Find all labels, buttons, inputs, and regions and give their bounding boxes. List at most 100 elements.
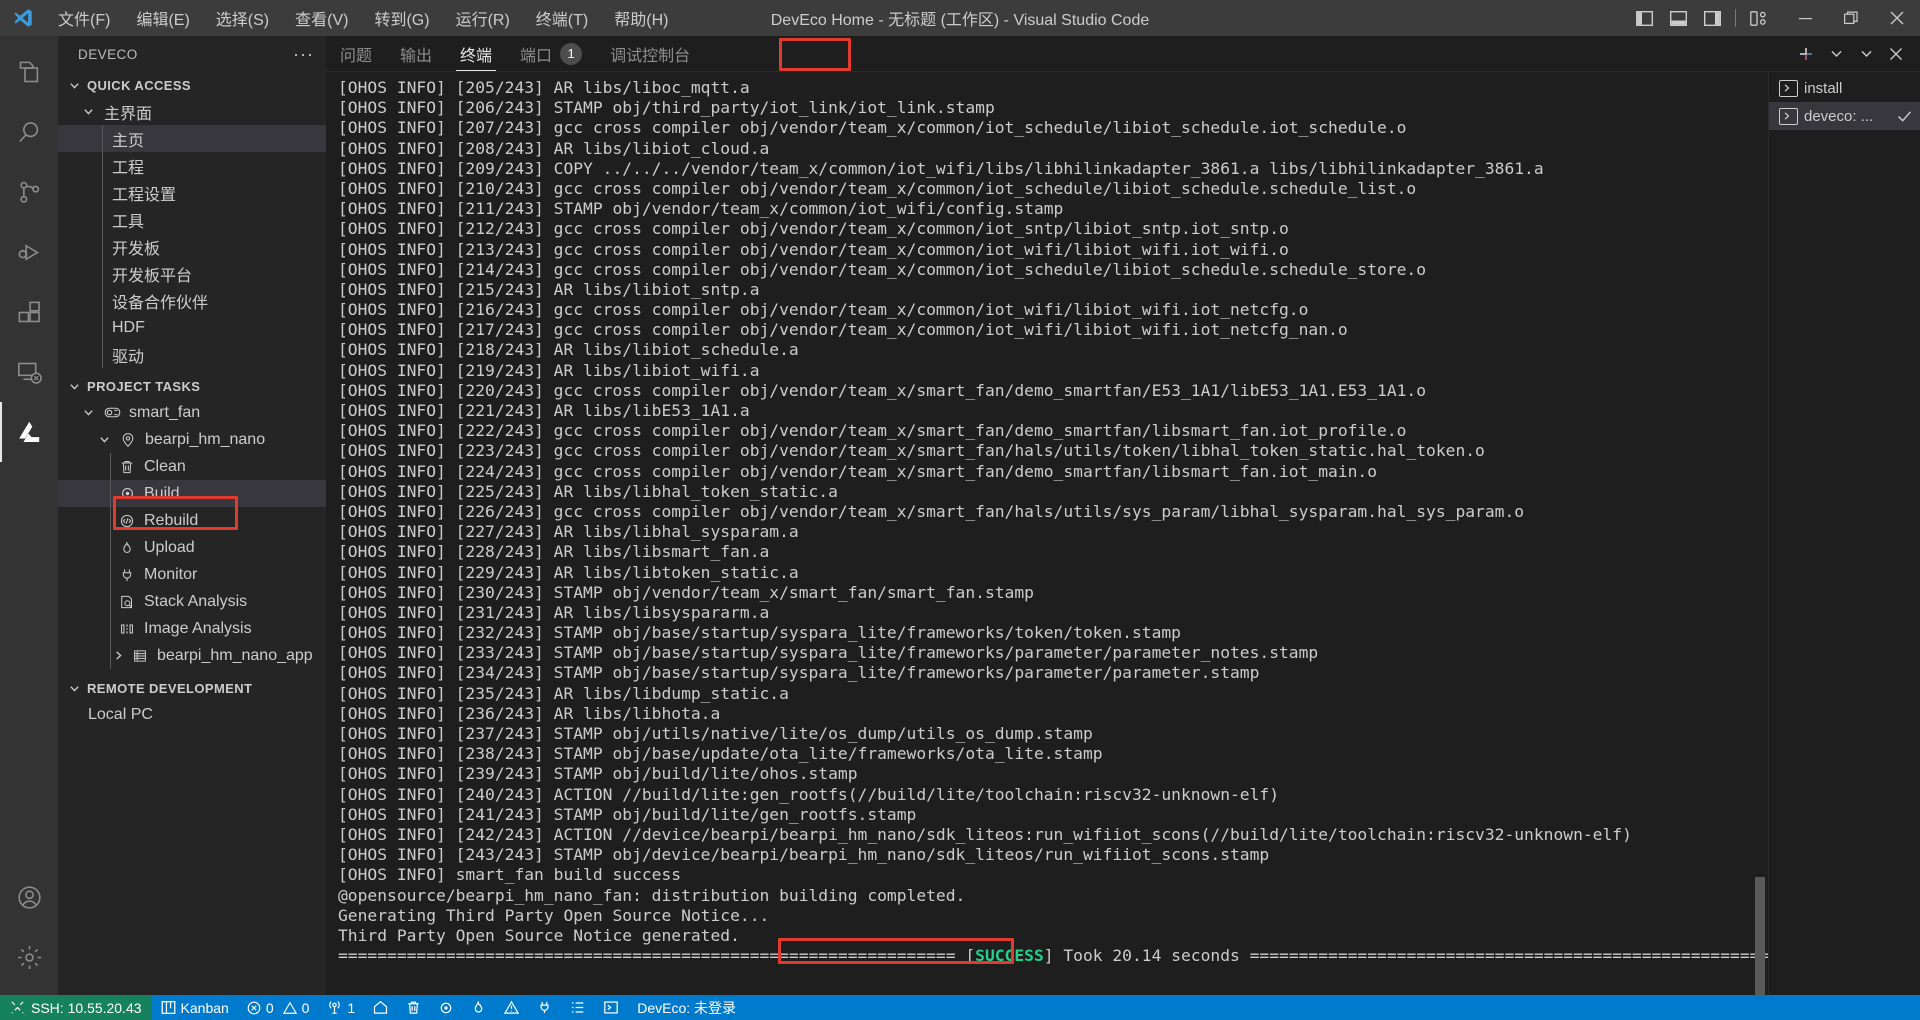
status-upload[interactable]	[462, 995, 495, 1020]
task-stack-analysis[interactable]: Stack Analysis	[58, 588, 326, 615]
sidebar-item-hdf[interactable]: HDF	[58, 314, 326, 341]
toggle-primary-sidebar-icon[interactable]	[1627, 2, 1661, 34]
sidebar-item-project[interactable]: 工程	[58, 152, 326, 179]
tree-guide	[110, 453, 111, 480]
activity-extensions-icon[interactable]	[0, 282, 58, 342]
status-build[interactable]	[430, 995, 462, 1020]
terminal-line: Generating Third Party Open Source Notic…	[338, 905, 770, 925]
menu-run[interactable]: 运行(R)	[444, 2, 522, 34]
activity-settings-gear-icon[interactable]	[0, 927, 58, 987]
activity-source-control-icon[interactable]	[0, 162, 58, 222]
task-rebuild[interactable]: Rebuild	[58, 507, 326, 534]
item-label: 工具	[112, 213, 145, 231]
terminal-line: [OHOS INFO] [232/243] STAMP obj/base/sta…	[338, 623, 1181, 643]
tab-problems[interactable]: 问题	[326, 36, 386, 71]
activity-bar	[0, 36, 58, 995]
status-remote-host[interactable]: SSH: 10.55.20.43	[0, 995, 152, 1020]
status-warning[interactable]	[495, 995, 528, 1020]
tree-guide	[102, 287, 103, 314]
menu-help[interactable]: 帮助(H)	[602, 2, 680, 34]
minimize-button[interactable]	[1782, 0, 1828, 36]
build-circle-icon	[116, 486, 138, 501]
toggle-panel-icon[interactable]	[1661, 2, 1695, 34]
chevron-down-icon	[66, 683, 82, 694]
task-upload[interactable]: Upload	[58, 534, 326, 561]
panel-views-dropdown-icon[interactable]	[1852, 40, 1880, 68]
menu-terminal[interactable]: 终端(T)	[524, 2, 600, 34]
sidebar-item-dev-board-platform[interactable]: 开发板平台	[58, 260, 326, 287]
status-monitor[interactable]	[528, 995, 561, 1020]
flame-icon	[471, 1000, 486, 1015]
new-terminal-dropdown-icon[interactable]	[1822, 40, 1850, 68]
close-button[interactable]	[1874, 0, 1920, 36]
activity-deveco-icon[interactable]	[0, 402, 58, 462]
sidebar-item-driver[interactable]: 驱动	[58, 341, 326, 368]
check-icon	[1897, 110, 1912, 123]
terminal-line: [OHOS INFO] [214/243] gcc cross compiler…	[338, 259, 1427, 279]
terminal-line: [OHOS INFO] [226/243] gcc cross compiler…	[338, 501, 1525, 521]
maximize-button[interactable]	[1828, 0, 1874, 36]
terminal-list-item-install[interactable]: install	[1769, 74, 1920, 102]
new-terminal-button[interactable]	[1792, 40, 1820, 68]
section-remote-development[interactable]: REMOTE DEVELOPMENT	[58, 675, 326, 701]
terminal-line: [OHOS INFO] [242/243] ACTION //device/be…	[338, 824, 1632, 844]
warning-icon	[504, 1000, 520, 1015]
tree-guide	[110, 507, 111, 534]
task-clean[interactable]: Clean	[58, 453, 326, 480]
sidebar-more-actions-icon[interactable]: ···	[293, 45, 314, 63]
terminal-line: [OHOS INFO] [210/243] gcc cross compiler…	[338, 178, 1417, 198]
tab-debug-console[interactable]: 调试控制台	[596, 36, 704, 71]
sidebar-item-home[interactable]: 主页	[58, 125, 326, 152]
menu-file[interactable]: 文件(F)	[46, 2, 122, 34]
tab-output[interactable]: 输出	[386, 36, 446, 71]
activity-explorer-icon[interactable]	[0, 42, 58, 102]
build-status-badge: SUCCESS	[975, 946, 1044, 966]
kanban-icon	[161, 1000, 176, 1015]
target-label: bearpi_hm_nano	[145, 430, 266, 448]
sidebar-title: DEVECO	[78, 46, 138, 62]
toggle-secondary-sidebar-icon[interactable]	[1695, 2, 1729, 34]
sidebar-item-tools[interactable]: 工具	[58, 206, 326, 233]
menu-view[interactable]: 查看(V)	[283, 2, 360, 34]
status-tasks[interactable]	[561, 995, 594, 1020]
menu-selection[interactable]: 选择(S)	[204, 2, 281, 34]
subproject-bearpi-hm-nano-app[interactable]: bearpi_hm_nano_app	[58, 642, 326, 669]
status-terminal[interactable]	[594, 995, 628, 1020]
sidebar-item-project-settings[interactable]: 工程设置	[58, 179, 326, 206]
terminal-view[interactable]: [OHOS INFO] [205/243] AR libs/liboc_mqtt…	[326, 72, 1768, 995]
activity-remote-explorer-icon[interactable]	[0, 342, 58, 402]
terminal-list-item-deveco[interactable]: deveco: ...	[1769, 102, 1920, 130]
status-deveco-account[interactable]: DevEco: 未登录	[628, 995, 745, 1020]
close-panel-button[interactable]	[1882, 40, 1910, 68]
chevron-down-icon	[66, 80, 82, 91]
sidebar-item-device-partners[interactable]: 设备合作伙伴	[58, 287, 326, 314]
menu-go[interactable]: 转到(G)	[362, 2, 441, 34]
terminal-scrollbar[interactable]	[1755, 877, 1765, 995]
section-label: PROJECT TASKS	[87, 378, 201, 394]
project-node-smart-fan[interactable]: smart_fan	[58, 399, 326, 426]
activity-run-debug-icon[interactable]	[0, 222, 58, 282]
task-build[interactable]: Build	[58, 480, 326, 507]
activity-accounts-icon[interactable]	[0, 867, 58, 927]
status-kanban[interactable]: Kanban	[152, 995, 238, 1020]
project-target-bearpi-hm-nano[interactable]: bearpi_hm_nano	[58, 426, 326, 453]
tab-ports[interactable]: 端口 1	[506, 36, 596, 71]
menu-edit[interactable]: 编辑(E)	[124, 2, 201, 34]
status-home[interactable]	[364, 995, 397, 1020]
sidebar-item-dev-board[interactable]: 开发板	[58, 233, 326, 260]
menu-bar: 文件(F) 编辑(E) 选择(S) 查看(V) 转到(G) 运行(R) 终端(T…	[46, 2, 680, 34]
quick-access-group-main-ui[interactable]: 主界面	[58, 98, 326, 125]
status-clean[interactable]	[397, 995, 430, 1020]
list-icon	[570, 1000, 585, 1015]
tab-terminal[interactable]: 终端	[446, 36, 506, 71]
status-radio-tower[interactable]: 1	[318, 995, 364, 1020]
task-monitor[interactable]: Monitor	[58, 561, 326, 588]
task-image-analysis[interactable]: Image Analysis	[58, 615, 326, 642]
activity-search-icon[interactable]	[0, 102, 58, 162]
remote-item-local-pc[interactable]: Local PC	[58, 701, 326, 728]
section-project-tasks[interactable]: PROJECT TASKS	[58, 373, 326, 399]
section-quick-access[interactable]: QUICK ACCESS	[58, 72, 326, 98]
tree-guide	[102, 206, 103, 233]
status-problems[interactable]: 0 0	[238, 995, 319, 1020]
customize-layout-icon[interactable]	[1742, 2, 1776, 34]
